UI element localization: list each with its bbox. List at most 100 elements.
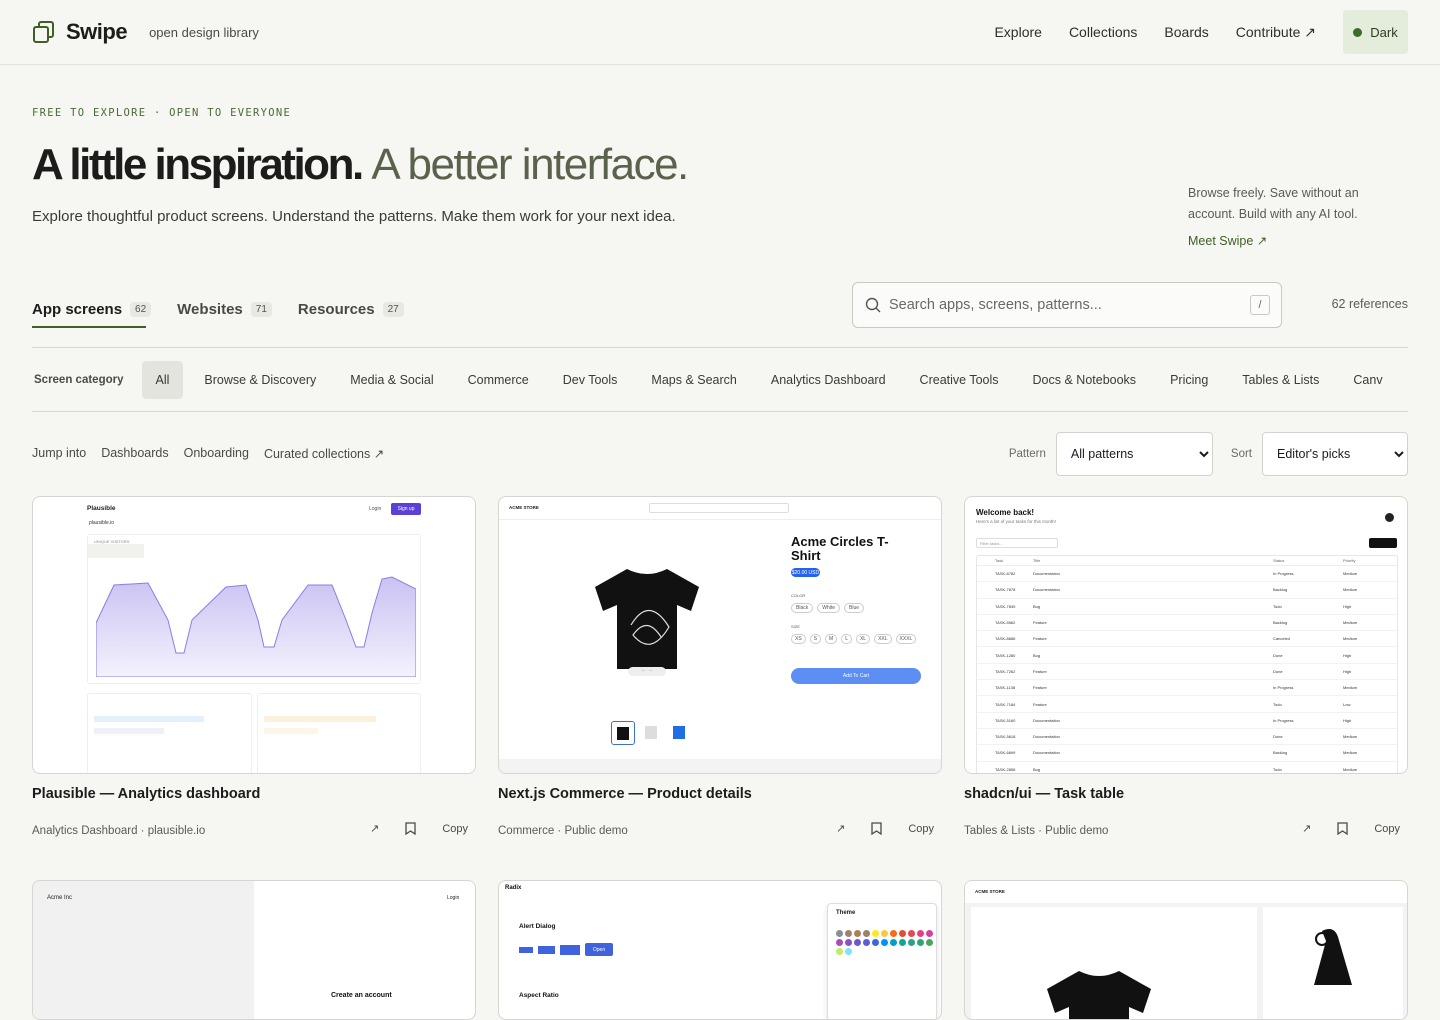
open-external-icon[interactable]: ↗	[1302, 822, 1311, 835]
thumb-table-row: TASK-1280 Bug Done High	[977, 647, 1397, 664]
tab-resources[interactable]: Resources 27	[298, 294, 404, 324]
category-analytics-dashboard[interactable]: Analytics Dashboard	[754, 361, 903, 399]
thumb-table-cell: TASK-6699	[995, 750, 1016, 756]
thumb-table-cell: TASK-7184	[995, 701, 1016, 707]
filter-controls: Pattern All patterns Sort Editor's picks	[1009, 432, 1408, 476]
thumb-table-cell: Backlog	[1273, 750, 1288, 756]
thumb-table-cell: TASK-8686	[995, 636, 1016, 642]
card-thumbnail[interactable]: Acme Inc Login Create an account	[32, 880, 476, 1020]
thumb-avatar	[1385, 513, 1394, 522]
nav-explore[interactable]: Explore	[994, 24, 1041, 40]
thumb-swatch	[890, 939, 897, 946]
reference-card[interactable]: Acme Inc Login Create an account	[32, 880, 476, 1020]
category-tables-lists[interactable]: Tables & Lists	[1225, 361, 1336, 399]
thumb-chip: XXL	[874, 634, 892, 644]
reference-card[interactable]: ACME STORE	[964, 880, 1408, 1020]
card-actions: ↗ Copy	[370, 822, 468, 835]
dark-mode-label: Dark	[1370, 24, 1398, 40]
reference-card[interactable]: ACME STORE ← → Acme Circles T-Shirt $20.…	[498, 496, 942, 837]
card-thumbnail[interactable]: Welcome back! Here's a list of your task…	[964, 496, 1408, 774]
pattern-select[interactable]: All patterns	[1055, 432, 1213, 476]
tab-websites[interactable]: Websites 71	[177, 294, 272, 324]
thumb-btn-sm	[538, 945, 555, 954]
card-thumbnail[interactable]: Plausible Login Sign up plausible.io UNI…	[32, 496, 476, 774]
search-icon	[865, 297, 881, 313]
thumb-sources-panel	[87, 693, 252, 773]
thumb-chip: XXXL	[895, 634, 917, 644]
thumb-table-cell: Done	[1273, 734, 1283, 740]
open-external-icon[interactable]: ↗	[370, 822, 379, 835]
thumb-swatch	[836, 930, 843, 937]
thumb-chip: White	[817, 603, 841, 613]
thumb-swatch	[881, 930, 888, 937]
category-docs-notebooks[interactable]: Docs & Notebooks	[1016, 361, 1154, 399]
thumb-side-image	[1263, 907, 1403, 1019]
card-title[interactable]: shadcn/ui — Task table	[964, 786, 1124, 802]
thumb-brand: Radix	[505, 885, 522, 891]
card-thumbnail[interactable]: Radix Alert Dialog Open Aspect Ratio The…	[498, 880, 942, 1020]
card-thumbnail[interactable]: ACME STORE ← → Acme Circles T-Shirt $20.…	[498, 496, 942, 774]
tab-app-screens[interactable]: App screens 62	[32, 294, 152, 324]
bag-image	[1314, 929, 1352, 985]
meet-swipe-link[interactable]: Meet Swipe ↗	[1188, 233, 1267, 248]
thumb-product-title: Acme Circles T-Shirt	[791, 534, 889, 563]
thumb-swatch	[872, 930, 879, 937]
thumb-table-cell: Feature	[1033, 620, 1047, 626]
dark-mode-toggle[interactable]: Dark	[1343, 10, 1408, 54]
status-dot-icon	[1353, 27, 1363, 37]
nav-boards[interactable]: Boards	[1164, 24, 1208, 40]
category-all[interactable]: All	[141, 361, 184, 399]
card-title[interactable]: Plausible — Analytics dashboard	[32, 786, 260, 802]
sort-select[interactable]: Editor's picks	[1262, 432, 1408, 476]
jump-curated-collections[interactable]: Curated collections ↗	[264, 446, 384, 461]
main-nav: Explore Collections Boards Contribute ↗ …	[994, 10, 1408, 54]
copy-button[interactable]: Copy	[442, 823, 468, 835]
thumb-table-cell: TASK-1138	[995, 685, 1016, 691]
category-maps-search[interactable]: Maps & Search	[634, 361, 753, 399]
bookmark-icon[interactable]	[405, 822, 416, 835]
thumb-btn-open: Open	[585, 943, 613, 956]
category-bar: Screen category All Browse & Discovery M…	[32, 360, 1408, 400]
card-title[interactable]: Next.js Commerce — Product details	[498, 786, 752, 802]
copy-button[interactable]: Copy	[1374, 823, 1400, 835]
category-media-social[interactable]: Media & Social	[333, 361, 450, 399]
jump-dashboards[interactable]: Dashboards	[101, 446, 168, 461]
bookmark-icon[interactable]	[871, 822, 882, 835]
thumb-table-cell: Backlog	[1273, 620, 1288, 626]
thumb-table-cell: TASK-2858	[995, 766, 1016, 772]
thumb-add-to-cart: Add To Cart	[791, 668, 921, 684]
thumb-swatch	[908, 939, 915, 946]
category-pricing[interactable]: Pricing	[1153, 361, 1225, 399]
thumb-login: Login	[447, 895, 460, 901]
search-input[interactable]	[889, 297, 1239, 313]
reference-card[interactable]: Radix Alert Dialog Open Aspect Ratio The…	[498, 880, 942, 1020]
jump-onboarding[interactable]: Onboarding	[184, 446, 249, 461]
nav-contribute[interactable]: Contribute ↗	[1236, 24, 1316, 41]
nav-collections[interactable]: Collections	[1069, 24, 1137, 40]
category-dev-tools[interactable]: Dev Tools	[546, 361, 635, 399]
thumb-section: Aspect Ratio	[519, 992, 559, 999]
reference-card[interactable]: Plausible Login Sign up plausible.io UNI…	[32, 496, 476, 837]
brand-logo[interactable]: Swipe	[32, 19, 128, 45]
tshirt-image	[1047, 971, 1151, 1019]
copy-button[interactable]: Copy	[908, 823, 934, 835]
card-meta: Tables & Lists · Public demo	[964, 825, 1109, 837]
bookmark-icon[interactable]	[1337, 822, 1348, 835]
category-browse-discovery[interactable]: Browse & Discovery	[187, 361, 333, 399]
reference-card[interactable]: Welcome back! Here's a list of your task…	[964, 496, 1408, 837]
category-creative-tools[interactable]: Creative Tools	[903, 361, 1016, 399]
card-thumbnail[interactable]: ACME STORE	[964, 880, 1408, 1020]
brand-tagline: open design library	[149, 24, 259, 40]
thumb-chart-panel: UNIQUE VISITORS 289k	[87, 534, 421, 684]
thumb-table-cell: TASK-8782	[995, 571, 1016, 577]
open-external-icon[interactable]: ↗	[836, 822, 845, 835]
thumb-table-row: TASK-5160 Documentation In Progress High	[977, 713, 1397, 729]
thumb-top-bar	[965, 881, 1407, 903]
thumb-table-cell: Documentation	[1033, 571, 1060, 577]
search-box[interactable]: /	[852, 282, 1282, 328]
card-meta: Analytics Dashboard · plausible.io	[32, 825, 206, 837]
thumb-main-image	[971, 907, 1257, 1019]
category-canvas[interactable]: Canv	[1336, 361, 1399, 399]
thumb-table-row: TASK-5618 Documentation Done Medium	[977, 729, 1397, 746]
category-commerce[interactable]: Commerce	[451, 361, 546, 399]
